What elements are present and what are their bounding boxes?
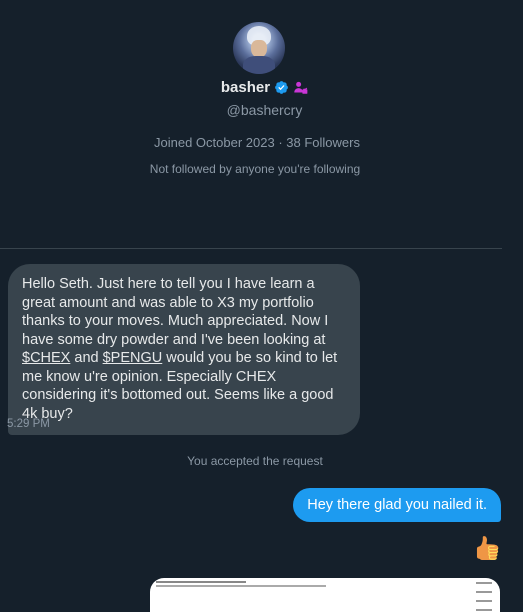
- avatar[interactable]: [233, 22, 285, 74]
- message-text-part: Hello Seth. Just here to tell you I have…: [22, 276, 329, 348]
- incoming-message-bubble[interactable]: Hello Seth. Just here to tell you I have…: [8, 264, 360, 435]
- divider: [0, 248, 502, 249]
- thumbs-up-icon[interactable]: [475, 536, 499, 560]
- message-text-part: and: [70, 350, 103, 366]
- display-name[interactable]: basher: [221, 79, 270, 96]
- affiliate-badge-icon: [294, 81, 308, 94]
- profile-handle: @bashercry: [226, 102, 303, 118]
- chex-cashtag-link[interactable]: $CHEX: [22, 350, 70, 366]
- request-accepted-note: You accepted the request: [187, 454, 323, 468]
- profile-name-row: basher: [0, 79, 523, 96]
- profile-joined-info: Joined October 2023 · 38 Followers: [154, 135, 360, 150]
- message-timestamp: 5:29 PM: [7, 418, 50, 430]
- pengu-cashtag-link[interactable]: $PENGU: [103, 350, 163, 366]
- image-attachment[interactable]: [150, 578, 500, 612]
- followed-by-info: Not followed by anyone you're following: [149, 162, 361, 176]
- dm-conversation: basher @bashercry Joined October 2023 · …: [0, 0, 523, 612]
- verified-badge-icon: [275, 81, 288, 94]
- outgoing-message-bubble[interactable]: Hey there glad you nailed it.: [293, 488, 501, 522]
